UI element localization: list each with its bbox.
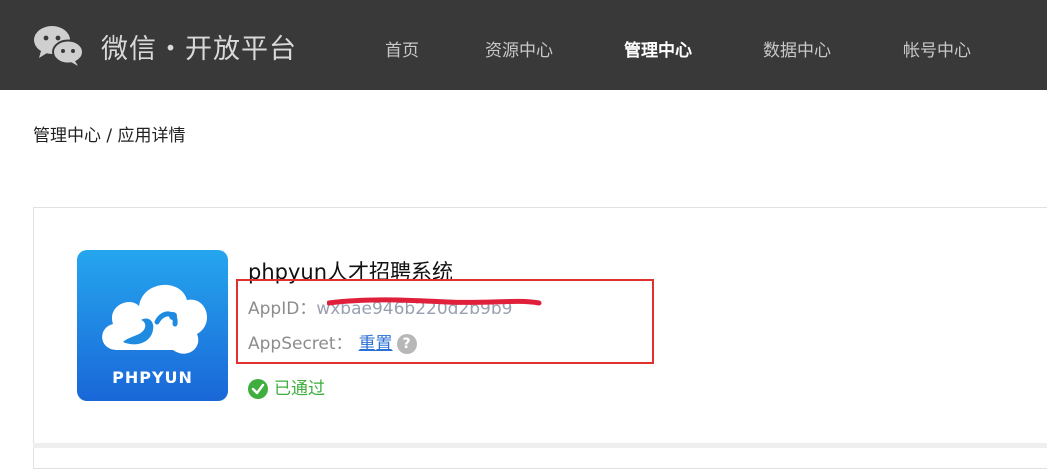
- wechat-logo-icon[interactable]: [32, 24, 84, 66]
- nav-home[interactable]: 首页: [385, 36, 419, 61]
- nav-data-center[interactable]: 数据中心: [763, 36, 831, 61]
- check-circle-icon: [248, 379, 268, 399]
- breadcrumb: 管理中心 / 应用详情: [33, 126, 186, 146]
- app-icon-label: PHPYUN: [112, 368, 193, 387]
- status-text: 已通过: [274, 379, 325, 399]
- app-icon: PHPYUN: [77, 250, 228, 401]
- nav-account-center[interactable]: 帐号中心: [903, 36, 971, 61]
- top-navigation-bar: 微信・开放平台 首页 资源中心 管理中心 数据中心 帐号中心: [0, 0, 1047, 90]
- platform-brand-title[interactable]: 微信・开放平台: [101, 27, 297, 66]
- nav-resource-center[interactable]: 资源中心: [485, 36, 553, 61]
- panel-divider: [33, 443, 1047, 448]
- approval-status: 已通过: [248, 374, 325, 399]
- highlight-annotation-box: [236, 279, 654, 364]
- nav-management-center[interactable]: 管理中心: [624, 36, 692, 61]
